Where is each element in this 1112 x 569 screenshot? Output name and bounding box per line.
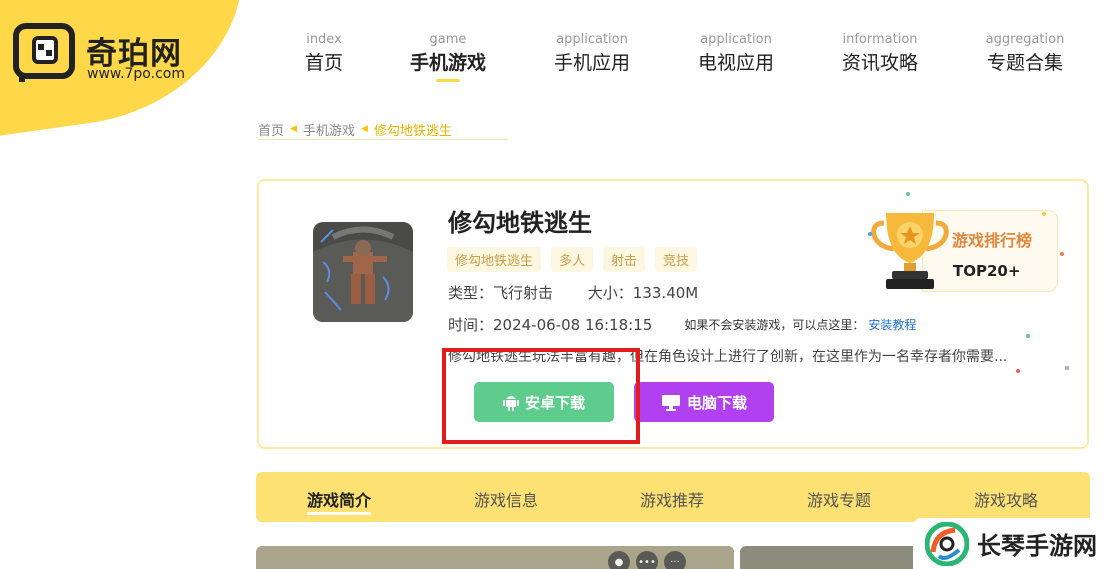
game-type: 类型：飞行射击	[448, 284, 554, 302]
nav-item-home[interactable]: index 首页	[274, 32, 374, 75]
watermark: 长琴手游网	[913, 518, 1112, 569]
confetti-dot	[868, 232, 872, 236]
game-icon	[313, 222, 413, 322]
breadcrumb-separator-icon: ◀	[360, 124, 368, 134]
highlight-annotation-box	[442, 348, 640, 444]
confetti-dot	[1042, 212, 1046, 216]
breadcrumb-divider	[258, 139, 508, 140]
game-time: 时间：2024-06-08 16:18:15	[448, 316, 653, 334]
nav-en-label: application	[700, 32, 772, 47]
tag-list: 修勾地铁逃生 多人 射击 竞技	[447, 247, 698, 272]
breadcrumb-current: 修勾地铁逃生	[373, 123, 452, 139]
nav-item-tv-apps[interactable]: application 电视应用	[686, 32, 786, 75]
install-hint: 如果不会安装游戏，可以点这里：	[684, 318, 865, 332]
game-title: 修勾地铁逃生	[448, 209, 592, 237]
breadcrumb-home[interactable]: 首页	[258, 120, 284, 139]
pc-download-button[interactable]: 电脑下载	[634, 382, 774, 422]
breadcrumb: 首页 ◀ 手机游戏 ◀ 修勾地铁逃生	[258, 120, 452, 139]
user-icon: ●	[608, 551, 630, 569]
monitor-icon	[661, 394, 680, 411]
trophy-icon	[871, 213, 949, 289]
tab-info[interactable]: 游戏信息	[474, 487, 538, 511]
nav-en-label: game	[429, 32, 467, 47]
ranking-badge[interactable]: 游戏排行榜 TOP20+	[862, 205, 1072, 295]
nav-item-mobile-games[interactable]: game 手机游戏	[398, 32, 498, 82]
confetti-dot	[1026, 334, 1030, 338]
confetti-dot	[1016, 369, 1020, 373]
screenshot-overlay-icons: ● ••• ···	[608, 551, 686, 569]
game-meta-row-2: 时间：2024-06-08 16:18:15 如果不会安装游戏，可以点这里： 安…	[448, 314, 916, 335]
nav-active-indicator	[436, 79, 460, 82]
more-icon: ···	[664, 551, 686, 569]
game-meta-row: 类型：飞行射击 大小：133.40M	[448, 282, 728, 303]
chat-icon: •••	[636, 551, 658, 569]
breadcrumb-separator-icon: ◀	[290, 124, 297, 134]
screenshot-preview[interactable]	[740, 546, 940, 569]
logo-icon[interactable]	[12, 20, 80, 84]
watermark-logo-icon	[925, 521, 969, 566]
tag[interactable]: 射击	[603, 247, 646, 272]
pc-download-label: 电脑下载	[686, 393, 747, 412]
tab-topics[interactable]: 游戏专题	[807, 487, 871, 511]
nav-cn-label: 手机游戏	[409, 52, 486, 74]
tag[interactable]: 多人	[551, 247, 594, 272]
install-guide-link[interactable]: 安装教程	[868, 316, 916, 333]
nav-cn-label: 手机应用	[553, 52, 630, 74]
nav-item-collections[interactable]: aggregation 专题合集	[975, 32, 1075, 75]
logo-url: www.7po.com	[87, 66, 185, 82]
ranking-value: TOP20+	[953, 262, 1021, 280]
nav-en-label: application	[556, 32, 628, 47]
breadcrumb-category[interactable]: 手机游戏	[303, 120, 355, 139]
main-nav: index 首页 game 手机游戏 application 手机应用 appl…	[290, 32, 1090, 92]
tab-intro[interactable]: 游戏简介	[307, 487, 371, 511]
game-size: 大小：133.40M	[587, 284, 699, 302]
nav-en-label: aggregation	[985, 32, 1065, 47]
confetti-dot	[1065, 366, 1069, 370]
confetti-dot	[1060, 252, 1064, 256]
nav-item-news-guides[interactable]: information 资讯攻略	[830, 32, 930, 75]
nav-cn-label: 资讯攻略	[841, 52, 918, 74]
nav-cn-label: 电视应用	[697, 52, 774, 74]
tab-active-indicator	[307, 512, 371, 515]
tag[interactable]: 修勾地铁逃生	[447, 247, 542, 272]
tab-recommend[interactable]: 游戏推荐	[640, 487, 704, 511]
tab-guides[interactable]: 游戏攻略	[974, 487, 1038, 511]
nav-item-mobile-apps[interactable]: application 手机应用	[542, 32, 642, 75]
tag[interactable]: 竞技	[655, 247, 698, 272]
nav-cn-label: 首页	[304, 52, 343, 74]
watermark-text: 长琴手游网	[977, 532, 1097, 560]
confetti-dot	[906, 192, 910, 196]
ranking-title: 游戏排行榜	[952, 231, 1033, 250]
nav-en-label: information	[842, 32, 918, 47]
nav-en-label: index	[306, 32, 342, 47]
nav-cn-label: 专题合集	[986, 52, 1063, 74]
